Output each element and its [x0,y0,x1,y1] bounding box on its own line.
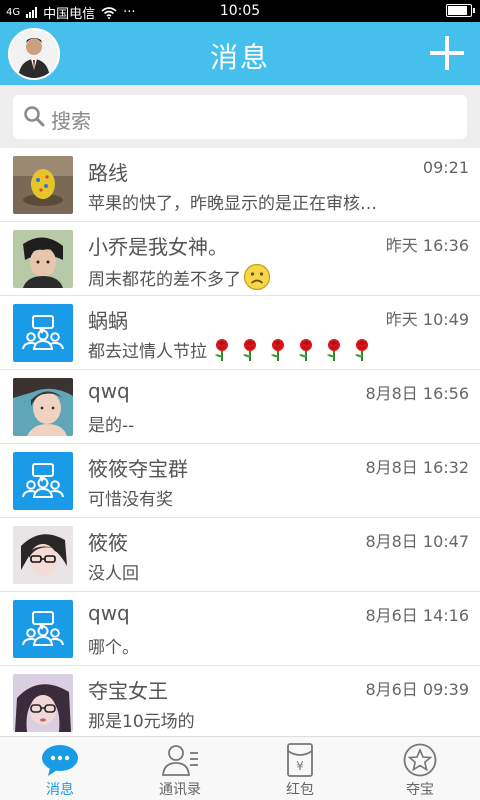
conversation-item[interactable]: 路线 09:21 苹果的快了，昨晚显示的是正在审核… [0,148,480,222]
rose-icon [243,338,256,361]
message-preview: 可惜没有奖 [88,485,173,510]
conversation-item[interactable]: 筱筱 8月8日 10:47 没人回 [0,518,480,592]
conversation-item[interactable]: 小乔是我女神。 昨天 16:36 周末都花的差不多了 [0,222,480,296]
rose-icon [327,338,340,361]
message-time: 8月8日 10:47 [365,532,469,551]
contact-name: 筱筱夺宝群 [88,457,188,481]
contact-name: qwq [88,601,130,625]
clock: 10:05 [219,3,261,19]
message-text: 哪个。 [88,638,139,658]
contacts-icon [162,745,198,776]
search-icon [24,106,45,127]
red-packet-icon: ¥ [287,743,313,777]
tab-label: 夺宝 [406,782,434,798]
message-time: 8月6日 14:16 [365,606,469,625]
message-text: 那是10元场的 [88,712,195,732]
message-time: 8月6日 09:39 [365,680,469,699]
rose-icon [215,338,228,361]
message-text: 可惜没有奖 [88,490,173,510]
app-header: 消息 [0,22,480,85]
conversation-item[interactable]: 蜗蜗 昨天 10:49 都去过情人节拉 [0,296,480,370]
message-preview: 哪个。 [88,633,139,658]
contact-name: 小乔是我女神。 [88,235,228,259]
contact-name: 蜗蜗 [88,309,128,333]
message-preview: 没人回 [88,559,139,584]
add-button[interactable] [430,36,464,70]
tab-label: 消息 [46,782,74,798]
conversation-item[interactable]: qwq 8月8日 16:56 是的-- [0,370,480,444]
message-preview: 是的-- [88,411,134,436]
tab-messages[interactable]: 消息 [0,737,120,800]
bottom-tab-bar: 消息 通讯录 ¥ 红包 夺宝 [0,736,480,800]
group-avatar-icon [13,600,73,658]
message-text: 没人回 [88,564,139,584]
message-preview: 都去过情人节拉 [88,337,373,362]
page-title: 消息 [209,41,270,74]
group-avatar-icon [13,452,73,510]
message-preview: 苹果的快了，昨晚显示的是正在审核… [88,189,377,214]
tab-treasure[interactable]: 夺宝 [360,737,480,800]
message-preview: 周末都花的差不多了 [88,263,271,291]
contact-name: 路线 [88,161,128,185]
chat-bubble-icon [42,745,78,776]
svg-text:¥: ¥ [296,759,304,773]
message-text: 都去过情人节拉 [88,342,207,362]
avatar [13,526,73,584]
rose-emoji-group [211,338,373,362]
group-avatar-icon [13,304,73,362]
message-time: 昨天 16:36 [385,236,469,255]
rose-icon [271,338,284,361]
conversation-item[interactable]: 筱筱夺宝群 8月8日 16:32 可惜没有奖 [0,444,480,518]
rose-icon [299,338,312,361]
conversation-list: 路线 09:21 苹果的快了，昨晚显示的是正在审核… 小乔是我女神。 昨天 16… [0,148,480,740]
message-time: 8月8日 16:32 [365,458,469,477]
rose-icon [355,338,368,361]
contact-name: 筱筱 [88,531,128,555]
conversation-item[interactable]: 夺宝女王 8月6日 09:39 那是10元场的 [0,666,480,740]
tab-red-packet[interactable]: ¥ 红包 [240,737,360,800]
message-preview: 那是10元场的 [88,707,195,732]
message-text: 是的-- [88,416,135,436]
message-time: 09:21 [422,158,469,177]
avatar [13,156,73,214]
contact-name: 夺宝女王 [88,679,168,703]
avatar [13,230,73,288]
avatar [13,378,73,436]
contact-name: qwq [88,379,130,403]
sad-face-icon [243,263,271,291]
search-area: 搜索 [0,85,480,148]
search-input[interactable]: 搜索 [13,95,467,139]
battery-icon [446,4,475,17]
status-bar: 4G 中国电信 ··· 10:05 [0,0,480,22]
message-time: 8月8日 16:56 [365,384,469,403]
tab-label: 红包 [286,782,314,798]
tab-label: 通讯录 [159,782,201,798]
tab-contacts[interactable]: 通讯录 [120,737,240,800]
conversation-item[interactable]: qwq 8月6日 14:16 哪个。 [0,592,480,666]
message-text: 苹果的快了，昨晚显示的是正在审核… [88,194,377,214]
message-text: 周末都花的差不多了 [88,269,241,290]
message-time: 昨天 10:49 [385,310,469,329]
search-placeholder: 搜索 [51,109,91,133]
avatar [13,674,73,732]
star-icon [403,743,437,777]
